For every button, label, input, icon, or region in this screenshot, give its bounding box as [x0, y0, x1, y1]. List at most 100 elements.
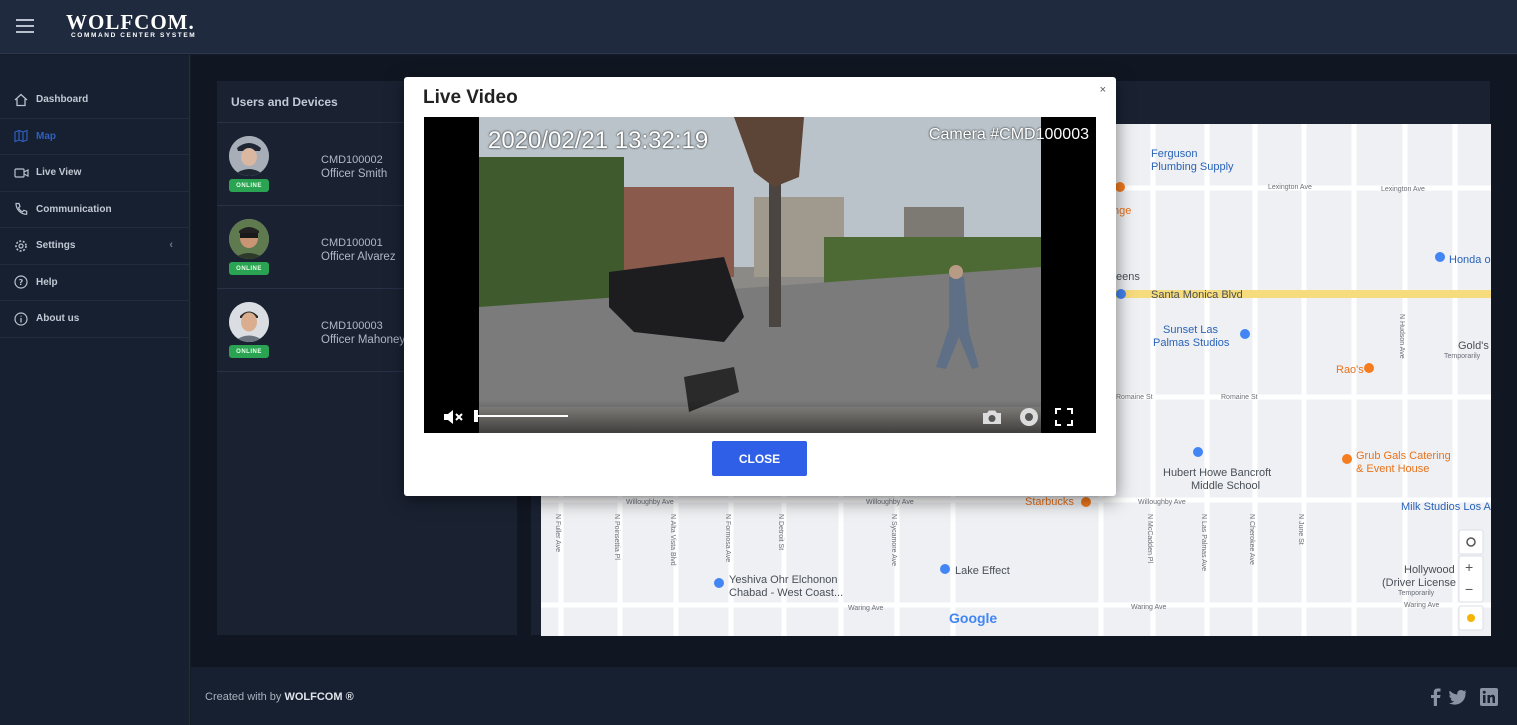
zoom-out-button[interactable]: − [1465, 581, 1473, 597]
sidebar-item-label: About us [36, 313, 80, 325]
sidebar-item-label: Communication [36, 203, 112, 215]
status-badge: ONLINE [229, 179, 269, 192]
user-device-id: CMD100002 [321, 154, 383, 166]
svg-text:?: ? [19, 278, 24, 287]
map-label: Rao's [1336, 364, 1364, 376]
map-label: Lexington Ave [1268, 184, 1312, 191]
brand-logo[interactable]: WOLFCOM. COMMAND CENTER SYSTEM [66, 10, 197, 40]
sidebar-item-label: Settings [36, 240, 76, 252]
sidebar-item-label: Map [36, 130, 56, 142]
volume-thumb[interactable] [474, 410, 478, 422]
modal-close-icon[interactable]: × [1100, 84, 1106, 96]
map-label: Waring Ave [1404, 602, 1440, 609]
sidebar-nav: Dashboard Map Live View Communication Se… [0, 82, 189, 338]
map-label: Gold's [1458, 340, 1489, 352]
map-label: Sunset Las [1163, 324, 1219, 336]
map-label: Willoughby Ave [1138, 499, 1186, 506]
map-label: Lexington Ave [1381, 186, 1425, 193]
pegman-icon[interactable] [1467, 614, 1475, 622]
map-label: Palmas Studios [1153, 337, 1230, 349]
close-button[interactable]: CLOSE [712, 441, 807, 476]
video-frame [479, 117, 1041, 433]
video-camera-id: Camera #CMD100003 [928, 126, 1089, 143]
footer-prefix: Created with by [205, 691, 285, 703]
map-label: Middle School [1191, 480, 1261, 492]
user-name: Officer Smith [321, 168, 388, 180]
video-controls [424, 400, 1096, 433]
map-label: N June St [1297, 514, 1304, 545]
record-icon[interactable] [1018, 407, 1040, 427]
sidebar-item-dashboard[interactable]: Dashboard [0, 82, 189, 119]
map-label: Waring Ave [1131, 604, 1167, 611]
map-label: Willoughby Ave [866, 499, 914, 506]
map-label: N Las Palmas Ave [1200, 514, 1207, 572]
map-label: N Fuller Ave [554, 514, 561, 552]
map-label: eens [1116, 271, 1140, 283]
sidebar-item-settings[interactable]: Settings ‹ [0, 228, 189, 265]
sidebar-item-label: Live View [36, 167, 82, 179]
map-label: Plumbing Supply [1151, 161, 1234, 173]
map-label: Chabad - West Coast... [729, 587, 844, 599]
map-label: N Detroit St [777, 514, 784, 551]
sidebar-item-live-view[interactable]: Live View [0, 155, 189, 192]
avatar [229, 302, 269, 342]
map-label: Temporarily [1444, 353, 1481, 360]
video-timestamp: 2020/02/21 13:32:19 [488, 127, 709, 154]
top-bar: WOLFCOM. COMMAND CENTER SYSTEM [0, 0, 1517, 54]
sidebar-item-help[interactable]: ? Help [0, 265, 189, 301]
help-icon: ? [13, 274, 29, 290]
map-label: Ferguson [1151, 148, 1198, 160]
map-label: N Cherokee Ave [1248, 514, 1255, 565]
status-badge: ONLINE [229, 262, 269, 275]
google-logo: Google [949, 610, 998, 626]
sidebar-item-map[interactable]: Map [0, 119, 189, 155]
info-icon [13, 311, 29, 327]
map-label: N McCadden Pl [1146, 514, 1153, 564]
volume-slider[interactable] [474, 408, 568, 424]
camera-snapshot-icon[interactable] [981, 407, 1003, 427]
status-badge: ONLINE [229, 345, 269, 358]
facebook-icon[interactable] [1426, 688, 1444, 706]
map-label: N Sycamore Ave [890, 514, 897, 567]
map-label: N Poinsettia Pl [613, 514, 620, 560]
sidebar-item-communication[interactable]: Communication [0, 192, 189, 228]
fullscreen-icon[interactable] [1053, 407, 1075, 427]
video-icon [13, 165, 29, 181]
sidebar-item-label: Help [36, 276, 58, 288]
map-label: Romaine St [1221, 394, 1258, 401]
user-name: Officer Alvarez [321, 251, 396, 263]
menu-icon[interactable] [16, 19, 34, 33]
home-icon [13, 92, 29, 108]
footer-brand: WOLFCOM ® [284, 691, 354, 703]
avatar [229, 136, 269, 176]
gear-icon [13, 238, 29, 254]
sidebar-item-about[interactable]: About us [0, 301, 189, 338]
linkedin-icon[interactable] [1480, 688, 1498, 706]
brand-name: WOLFCOM. [66, 10, 195, 34]
map-label: Honda o [1449, 254, 1491, 266]
map-label: Temporarily [1398, 590, 1435, 597]
avatar [229, 219, 269, 259]
map-label: Hollywood [1404, 564, 1455, 576]
phone-icon [13, 201, 29, 217]
zoom-in-button[interactable]: + [1465, 559, 1473, 575]
map-label: N Hudson Ave [1398, 314, 1405, 359]
map-label: Willoughby Ave [626, 499, 674, 506]
map-label: Yeshiva Ohr Elchonon [729, 574, 838, 586]
map-label: N Alta Vista Blvd [669, 514, 676, 566]
footer-credit: Created with by WOLFCOM ® [205, 691, 354, 703]
map-label: Romaine St [1116, 394, 1153, 401]
user-device-id: CMD100003 [321, 320, 383, 332]
modal-title: Live Video [423, 87, 518, 108]
twitter-icon[interactable] [1449, 688, 1467, 706]
mute-icon[interactable] [442, 407, 466, 427]
map-label: Milk Studios Los A [1401, 501, 1491, 513]
video-player[interactable]: 2020/02/21 13:32:19 Camera #CMD100003 [424, 117, 1096, 433]
map-label: & Event House [1356, 463, 1430, 475]
chevron-left-icon: ‹ [169, 239, 173, 251]
brand-subtitle: COMMAND CENTER SYSTEM [71, 32, 197, 39]
sidebar-item-label: Dashboard [36, 94, 89, 106]
map-label: Starbucks [1025, 496, 1074, 508]
map-label: Santa Monica Blvd [1151, 289, 1243, 301]
user-name: Officer Mahoney [321, 334, 406, 346]
